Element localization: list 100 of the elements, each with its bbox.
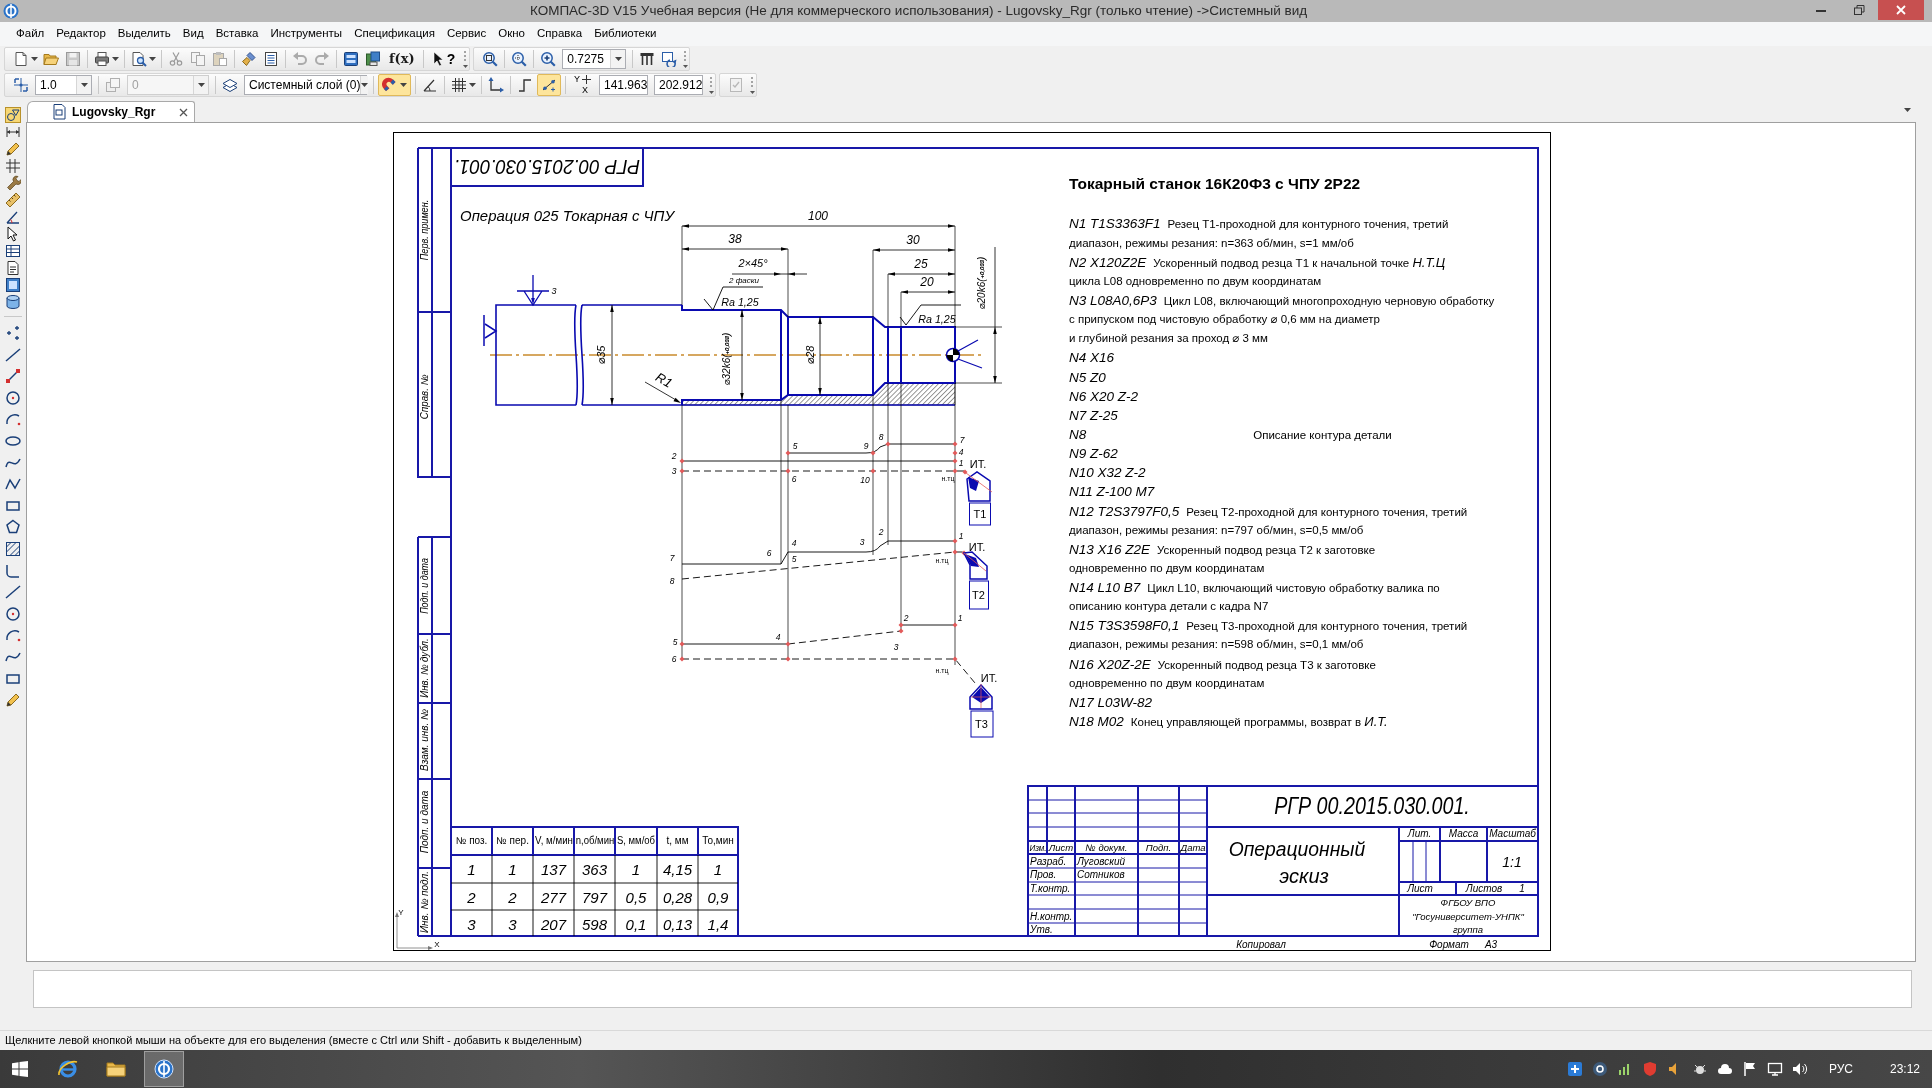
cylinder-icon[interactable]	[5, 294, 21, 310]
menu-item[interactable]: Вид	[176, 25, 210, 43]
grid-icon[interactable]	[5, 158, 21, 174]
gate-icon[interactable]	[639, 51, 656, 67]
menu-item[interactable]: Сервис	[440, 25, 493, 43]
ruler-icon[interactable]	[5, 192, 21, 208]
taskbar-app[interactable]	[144, 1051, 184, 1087]
line-icon[interactable]	[5, 346, 21, 363]
step-field[interactable]: 1.0	[35, 75, 92, 95]
cloud-icon[interactable]	[1716, 1061, 1733, 1077]
document-tab[interactable]: Lugovsky_Rgr	[27, 101, 195, 122]
circle-icon[interactable]	[5, 389, 21, 406]
shield-icon[interactable]	[1641, 1061, 1658, 1077]
grip-icon[interactable]	[683, 50, 689, 68]
panel-icon[interactable]	[5, 277, 21, 293]
dropdown-button[interactable]	[610, 50, 626, 68]
table-header-cell: № пер.	[496, 836, 529, 846]
dropdown-button[interactable]	[360, 76, 369, 94]
snap-button[interactable]	[378, 74, 411, 96]
zoom-all-icon[interactable]	[511, 51, 528, 67]
zoom-frame-icon[interactable]	[482, 51, 499, 67]
printer-icon[interactable]	[94, 51, 110, 67]
menu-item[interactable]: Вставка	[209, 25, 265, 43]
crosshair-icon[interactable]	[13, 77, 29, 93]
point-snap-button[interactable]	[537, 74, 561, 96]
caret-icon[interactable]	[1904, 108, 1911, 112]
dropdown-button[interactable]	[76, 76, 91, 94]
document-icon[interactable]	[5, 260, 21, 276]
wrench-icon[interactable]	[5, 175, 21, 191]
page-check-icon[interactable]	[728, 77, 744, 93]
folder-icon[interactable]	[43, 51, 59, 67]
coordinate-field[interactable]: 141.963	[599, 75, 648, 95]
clock[interactable]: 23:12	[1889, 1060, 1920, 1078]
menu-item[interactable]: Библиотеки	[588, 25, 663, 43]
arc-icon[interactable]	[5, 411, 21, 428]
table-header-cell: S, мм/об	[617, 836, 655, 846]
function-button[interactable]: f(x)	[385, 48, 419, 70]
dimension-icon[interactable]	[5, 124, 21, 140]
scale-field[interactable]: 0.7275	[562, 49, 627, 69]
coordinates-button[interactable]: Y X	[570, 74, 595, 96]
grip-icon[interactable]	[709, 76, 714, 94]
caret-icon[interactable]	[614, 57, 622, 61]
monitor-icon[interactable]	[1766, 1061, 1783, 1077]
scissors-icon[interactable]	[168, 51, 184, 67]
brush-icon[interactable]	[241, 51, 257, 67]
library-icon[interactable]	[365, 51, 381, 67]
refresh-icon[interactable]	[661, 51, 678, 67]
language-indicator[interactable]: РУС	[1828, 1060, 1853, 1078]
caret-icon[interactable]	[469, 83, 476, 87]
page-magnifier-icon[interactable]	[131, 51, 147, 67]
axes-icon[interactable]	[488, 77, 504, 93]
menu-item[interactable]: Спецификация	[348, 25, 441, 43]
step-line-icon[interactable]	[517, 77, 533, 93]
layer-field[interactable]: Системный слой (0)	[244, 75, 367, 95]
stacked-panels-icon[interactable]	[343, 51, 359, 67]
close-icon[interactable]	[179, 107, 188, 117]
clipboard-icon[interactable]	[212, 51, 228, 67]
close-button[interactable]	[1878, 0, 1924, 20]
menu-item[interactable]: Инструменты	[264, 25, 349, 43]
coordinate-field[interactable]: 202.912	[654, 75, 703, 95]
table-icon[interactable]	[5, 243, 21, 259]
app-square-icon[interactable]	[1566, 1061, 1583, 1077]
caret-icon[interactable]	[31, 57, 38, 61]
polygon-icon[interactable]	[5, 519, 21, 536]
caret-icon[interactable]	[361, 83, 369, 87]
magnet-icon	[382, 77, 398, 93]
menu-item[interactable]: Выделить	[111, 25, 177, 43]
support-mark-icon	[483, 314, 498, 347]
layers-icon[interactable]	[222, 77, 238, 93]
pencil-icon[interactable]	[5, 692, 21, 709]
angle-icon[interactable]	[5, 209, 21, 225]
grid-icon[interactable]	[451, 77, 467, 93]
menu-item[interactable]: Редактор	[50, 25, 112, 43]
menu-item[interactable]: Окно	[492, 25, 531, 43]
grip-icon[interactable]	[750, 76, 755, 94]
corner-icon[interactable]	[5, 562, 21, 579]
gear-circle-icon[interactable]	[1591, 1061, 1608, 1077]
list-document-icon[interactable]	[263, 51, 279, 67]
caret-icon[interactable]	[112, 57, 119, 61]
flag-icon[interactable]	[1741, 1061, 1758, 1077]
line-icon[interactable]	[5, 584, 21, 601]
pencil-icon[interactable]	[5, 141, 21, 157]
menu-item[interactable]: Файл	[10, 25, 51, 43]
caret-icon[interactable]	[80, 83, 88, 87]
segment-icon[interactable]	[5, 368, 21, 385]
blank-page-icon[interactable]	[13, 51, 29, 67]
shapes-icon[interactable]	[5, 107, 21, 123]
angle-icon[interactable]	[422, 77, 438, 93]
caret-icon[interactable]	[149, 57, 156, 61]
circle-icon[interactable]	[5, 605, 21, 622]
hatch-icon[interactable]	[5, 540, 21, 557]
input-field[interactable]	[33, 970, 1912, 1008]
arc-icon[interactable]	[5, 627, 21, 644]
volume-icon[interactable]	[1791, 1061, 1808, 1077]
point-number: 3	[893, 642, 899, 652]
menu-item[interactable]: Справка	[531, 25, 589, 43]
point-icon[interactable]	[5, 325, 21, 341]
help-button[interactable]: ?	[427, 48, 460, 70]
zoom-in-icon[interactable]	[540, 51, 557, 67]
grip-icon[interactable]	[463, 50, 469, 68]
